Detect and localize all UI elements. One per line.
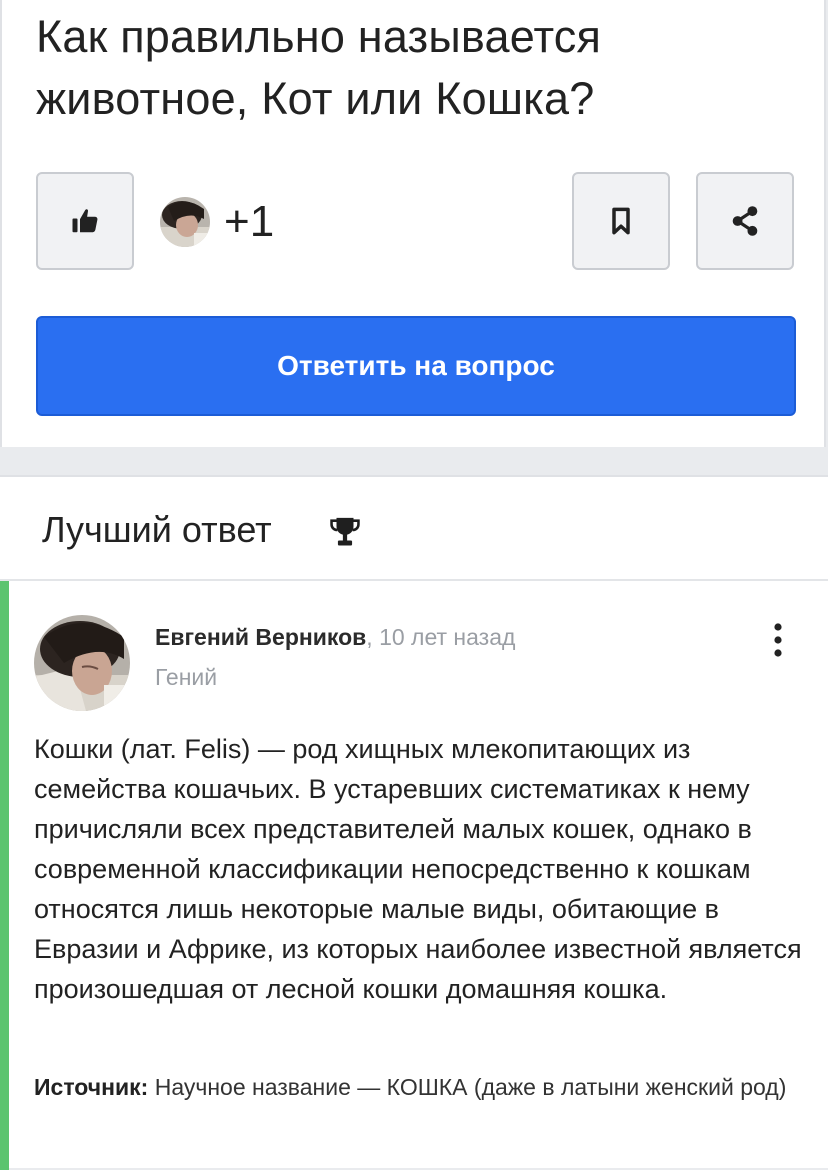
liker-avatar[interactable] [160, 197, 210, 247]
like-button[interactable] [36, 172, 134, 270]
likers-count: +1 [224, 197, 275, 246]
bookmark-button[interactable] [572, 172, 670, 270]
author-separator: , [366, 624, 373, 650]
author-avatar[interactable] [34, 615, 130, 711]
question-card: Как правильно называется животное, Кот и… [0, 0, 826, 447]
author-rank: Гений [155, 664, 218, 690]
best-answer-body: Евгений Верников, 10 лет назад Гений Кош… [0, 581, 828, 1170]
trophy-icon [330, 517, 360, 546]
share-icon [732, 206, 758, 236]
share-button[interactable] [696, 172, 794, 270]
author-name[interactable]: Евгений Верников [155, 624, 366, 650]
question-title: Как правильно называется животное, Кот и… [36, 11, 602, 124]
answer-text: Кошки (лат. Felis) — род хищных млекопит… [34, 734, 802, 1004]
best-answer-card: Лучший ответ Евгений Верников, 10 лет на… [0, 475, 828, 1170]
answer-time: 10 лет назад [379, 624, 516, 650]
avatar-image [160, 197, 210, 247]
best-answer-header: Лучший ответ [0, 477, 828, 581]
answer-question-button[interactable]: Ответить на вопрос [36, 316, 796, 416]
best-answer-accent-bar [0, 581, 9, 1170]
source-text: Научное название — КОШКА (даже в латыни … [154, 1074, 787, 1100]
bookmark-icon [612, 207, 630, 235]
avatar-image [34, 615, 130, 711]
source-label: Источник: [34, 1074, 149, 1100]
thumbs-up-icon [72, 209, 98, 233]
best-answer-title: Лучший ответ [42, 509, 272, 550]
more-vertical-icon[interactable] [766, 621, 790, 659]
author-line: Евгений Верников, 10 лет назад [155, 621, 515, 653]
answer-source: Источник: Научное название — КОШКА (даже… [34, 1068, 794, 1106]
